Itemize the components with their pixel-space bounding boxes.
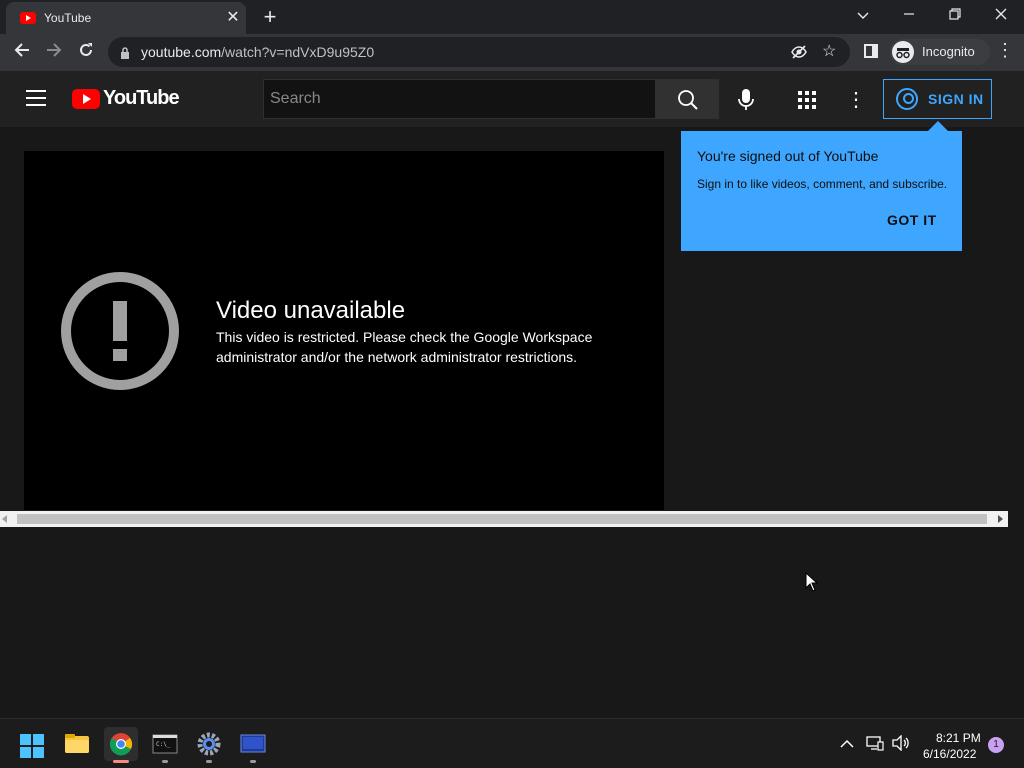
- incognito-profile-button[interactable]: Incognito: [890, 39, 990, 65]
- reload-button[interactable]: [73, 40, 99, 64]
- video-player[interactable]: Video unavailable This video is restrict…: [24, 151, 664, 510]
- search-box: [263, 79, 656, 119]
- scroll-left-arrow-icon[interactable]: [2, 515, 7, 523]
- got-it-button[interactable]: GOT IT: [887, 212, 937, 228]
- network-icon[interactable]: [866, 735, 884, 756]
- settings-gear-icon[interactable]: [192, 727, 226, 763]
- tab-close-icon[interactable]: ✕: [224, 8, 242, 28]
- running-indicator: [162, 760, 168, 763]
- chrome-taskbar-icon[interactable]: [104, 727, 138, 763]
- close-window-button[interactable]: [986, 4, 1016, 28]
- error-title: Video unavailable: [216, 297, 406, 324]
- signed-out-popup: You're signed out of YouTube Sign in to …: [681, 121, 962, 251]
- youtube-favicon-icon: [20, 12, 36, 24]
- active-indicator: [113, 760, 129, 763]
- sign-in-button[interactable]: SIGN IN: [883, 79, 992, 119]
- youtube-logo-text[interactable]: YouTube: [103, 87, 180, 110]
- apps-grid-icon[interactable]: [798, 91, 816, 109]
- url-text[interactable]: youtube.com/watch?v=ndVxD9u95Z0: [141, 44, 374, 60]
- svg-text:C:\_: C:\_: [156, 741, 171, 748]
- scrollbar-thumb[interactable]: [17, 514, 987, 524]
- search-icon: [678, 90, 698, 110]
- address-bar[interactable]: youtube.com/watch?v=ndVxD9u95Z0 ☆: [108, 37, 850, 67]
- restore-button[interactable]: [940, 4, 970, 28]
- running-indicator: [250, 760, 256, 763]
- clock-date[interactable]: 6/16/2022: [923, 747, 976, 761]
- mouse-cursor-icon: [805, 572, 819, 592]
- settings-more-icon[interactable]: ⋮: [846, 87, 866, 112]
- hamburger-menu-icon[interactable]: [26, 90, 46, 106]
- file-explorer-icon[interactable]: [60, 727, 94, 761]
- youtube-logo-icon[interactable]: [72, 89, 100, 109]
- tab-search-icon[interactable]: [848, 4, 878, 28]
- popup-text: Sign in to like videos, comment, and sub…: [697, 177, 948, 191]
- running-indicator: [206, 760, 212, 763]
- youtube-header: YouTube ⋮ SIGN IN: [0, 71, 1024, 127]
- browser-menu-icon[interactable]: ⋮: [996, 40, 1014, 61]
- tab-youtube[interactable]: YouTube ✕: [6, 2, 246, 34]
- exclamation-icon: [61, 272, 179, 390]
- eye-slash-icon[interactable]: [790, 43, 808, 66]
- incognito-icon: [892, 41, 914, 63]
- microphone-icon[interactable]: [736, 88, 756, 112]
- search-input[interactable]: [264, 80, 655, 118]
- browser-toolbar: youtube.com/watch?v=ndVxD9u95Z0 ☆ Incogn…: [0, 34, 1024, 71]
- incognito-label: Incognito: [922, 44, 975, 59]
- browser-tab-bar: YouTube ✕ +: [0, 0, 1024, 34]
- side-panel-icon[interactable]: [864, 44, 878, 58]
- windows-start-icon[interactable]: [20, 734, 44, 758]
- search-button[interactable]: [656, 79, 719, 119]
- page-background: [0, 527, 1024, 717]
- bookmark-star-icon[interactable]: ☆: [822, 41, 836, 61]
- sign-in-label: SIGN IN: [928, 91, 984, 107]
- new-tab-button[interactable]: +: [258, 5, 282, 29]
- remote-desktop-icon[interactable]: [236, 727, 270, 763]
- forward-button[interactable]: [41, 40, 67, 64]
- lock-icon[interactable]: [120, 46, 129, 59]
- scroll-right-arrow-icon[interactable]: [998, 515, 1003, 523]
- minimize-button[interactable]: [894, 4, 924, 28]
- volume-icon[interactable]: [891, 734, 911, 756]
- tab-title: YouTube: [44, 11, 92, 25]
- terminal-icon[interactable]: C:\_: [148, 727, 182, 763]
- account-icon: [896, 88, 918, 110]
- notification-badge[interactable]: 1: [988, 737, 1004, 753]
- taskbar: C:\_ 8:21 PM 6/16/2022 1: [0, 718, 1024, 768]
- horizontal-scrollbar[interactable]: [0, 511, 1008, 527]
- back-button[interactable]: [9, 40, 35, 64]
- error-message: This video is restricted. Please check t…: [216, 329, 593, 365]
- clock-time[interactable]: 8:21 PM: [936, 731, 981, 745]
- tray-chevron-up-icon[interactable]: [840, 736, 854, 752]
- popup-title: You're signed out of YouTube: [697, 148, 879, 164]
